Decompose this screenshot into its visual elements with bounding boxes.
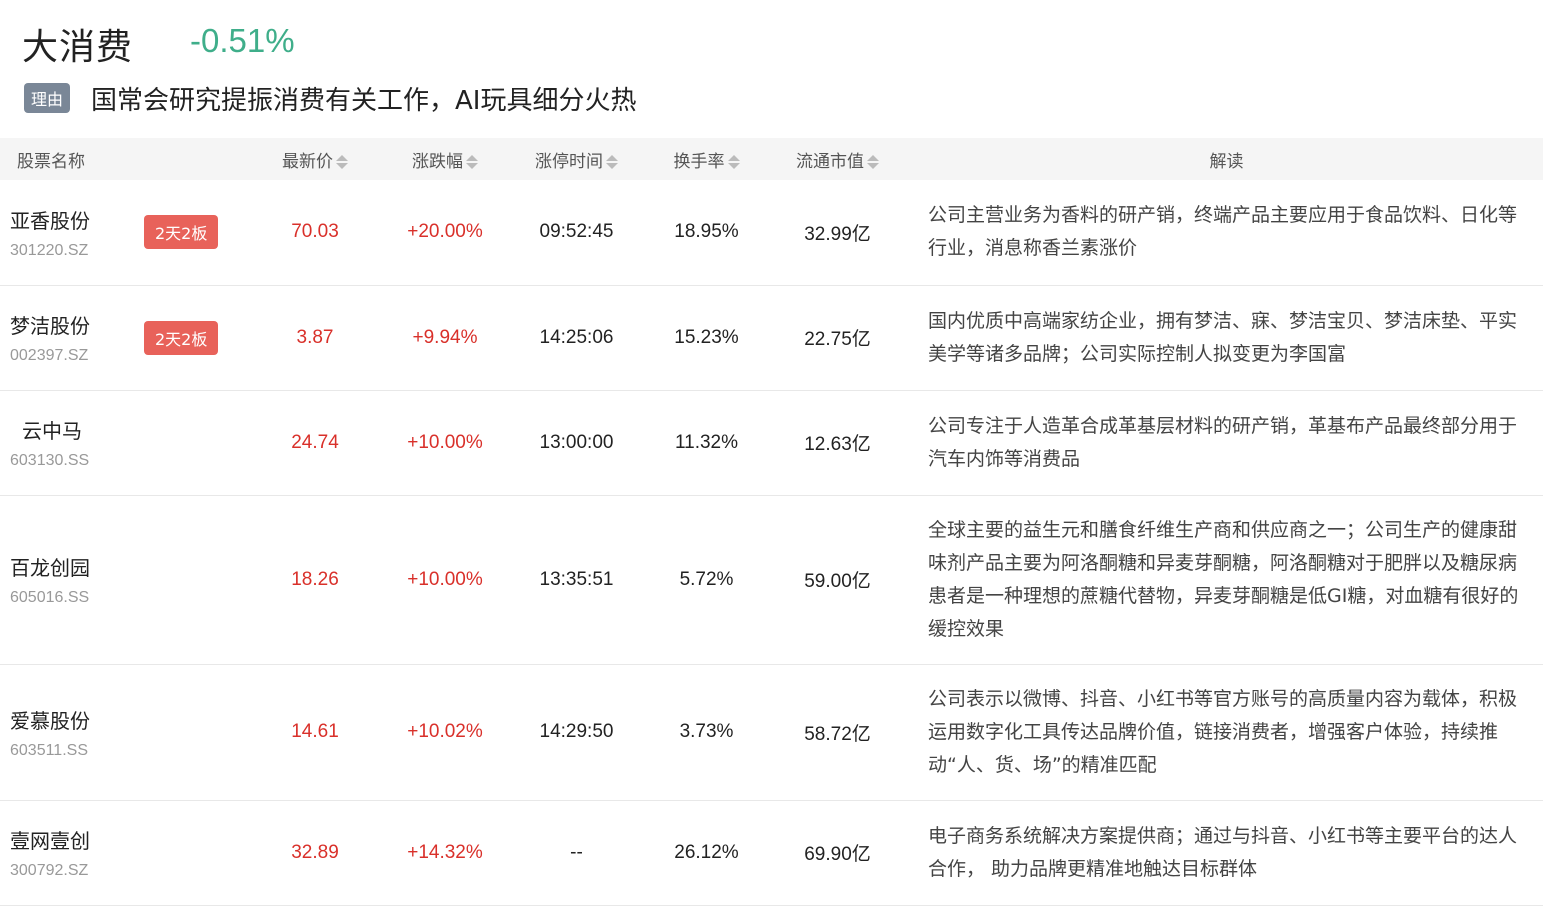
mcap-cell: 12.63亿 (804, 434, 871, 455)
stock-code: 603130.SS (10, 452, 90, 469)
desc-cell: 电子商务系统解决方案提供商；通过与抖音、小红书等主要平台的达人合作， 助力品牌更… (928, 824, 1518, 880)
mcap-cell: 32.99亿 (804, 223, 871, 245)
pct-cell: +10.00% (407, 568, 483, 590)
col-change-pct[interactable]: 涨跌幅 (385, 138, 505, 180)
reason-text: 国常会研究提振消费有关工作，AI玩具细分火热 (91, 86, 637, 116)
table-header: 股票名称 最新价 涨跌幅 涨停时间 换手率 流通市值 解读 (0, 138, 1543, 180)
col-turnover[interactable]: 换手率 (648, 138, 765, 180)
col-latest-price[interactable]: 最新价 (245, 138, 385, 180)
turnover-cell: 26.12% (674, 841, 739, 863)
price-cell: 24.74 (291, 431, 339, 453)
price-cell: 32.89 (291, 841, 339, 863)
table-row[interactable]: 亚香股份 301220.SZ 2天2板 70.03 +20.00% 09:52:… (0, 180, 1543, 285)
sort-icon[interactable] (867, 154, 879, 169)
stock-name[interactable]: 云中马 (10, 415, 245, 444)
stock-name-cell[interactable]: 亚香股份 301220.SZ 2天2板 (0, 180, 245, 285)
stock-name-cell[interactable]: 壹网壹创 300792.SZ (0, 800, 245, 905)
stock-name[interactable]: 百龙创园 (10, 552, 245, 581)
pct-cell: +14.32% (407, 841, 483, 863)
stock-name-cell[interactable]: 梦洁股份 002397.SZ 2天2板 (0, 285, 245, 390)
time-cell: 13:35:51 (539, 568, 614, 590)
limit-badge: 2天2板 (144, 215, 219, 250)
sort-icon[interactable] (606, 154, 618, 169)
pct-cell: +9.94% (412, 326, 478, 348)
price-cell: 14.61 (291, 721, 339, 742)
col-stock-name: 股票名称 (17, 151, 85, 172)
col-label: 涨跌幅 (412, 151, 463, 172)
pct-cell: +20.00% (407, 221, 483, 243)
time-cell: 14:25:06 (539, 326, 614, 348)
col-label: 最新价 (282, 151, 333, 172)
col-label: 涨停时间 (535, 151, 603, 172)
desc-cell: 公司表示以微博、抖音、小红书等官方账号的高质量内容为载体，积极运用数字化工具传达… (928, 687, 1518, 776)
time-cell: 13:00:00 (539, 431, 614, 453)
table-row[interactable]: 云中马 603130.SS 24.74 +10.00% 13:00:00 11.… (0, 390, 1543, 495)
price-cell: 3.87 (296, 326, 334, 348)
mcap-cell: 59.00亿 (804, 571, 871, 592)
stock-name-cell[interactable]: 百龙创园 605016.SS (0, 495, 245, 664)
table-row[interactable]: 梦洁股份 002397.SZ 2天2板 3.87 +9.94% 14:25:06… (0, 285, 1543, 390)
price-cell: 70.03 (291, 221, 339, 243)
stock-code: 300792.SZ (10, 862, 89, 879)
stock-code: 603511.SS (10, 741, 88, 759)
turnover-cell: 11.32% (674, 431, 739, 453)
limit-badge: 2天2板 (144, 320, 219, 355)
sort-icon[interactable] (466, 154, 478, 169)
table-row[interactable]: 壹网壹创 300792.SZ 32.89 +14.32% -- 26.12% 6… (0, 800, 1543, 905)
stock-name[interactable]: 壹网壹创 (10, 825, 245, 854)
col-label: 流通市值 (796, 151, 864, 172)
turnover-cell: 15.23% (674, 326, 739, 348)
sort-icon[interactable] (727, 154, 740, 169)
stock-name-cell[interactable]: 云中马 603130.SS (0, 390, 245, 495)
table-row[interactable]: 爱慕股份 603511.SS 14.61 +10.02% 14:29:50 3.… (0, 664, 1543, 800)
reason-tag: 理由 (24, 83, 71, 113)
pct-cell: +10.00% (407, 431, 483, 453)
mcap-cell: 58.72亿 (804, 723, 871, 745)
stock-name[interactable]: 爱慕股份 (10, 705, 245, 734)
mcap-cell: 22.75亿 (804, 329, 871, 350)
col-limit-time[interactable]: 涨停时间 (505, 138, 648, 180)
stock-name-cell[interactable]: 爱慕股份 603511.SS (0, 664, 245, 800)
mcap-cell: 69.90亿 (804, 844, 871, 865)
sector-title: 大消费 (22, 27, 134, 68)
desc-cell: 公司专注于人造革合成革基层材料的研产销，革基布产品最终部分用于汽车内饰等消费品 (928, 414, 1518, 470)
turnover-cell: 18.95% (674, 221, 739, 243)
time-cell: 09:52:45 (539, 221, 614, 243)
time-cell: 14:29:50 (539, 721, 614, 742)
desc-cell: 国内优质中高端家纺企业，拥有梦洁、寐、梦洁宝贝、梦洁床垫、平实美学等诸多品牌；公… (928, 309, 1518, 365)
desc-cell: 公司主营业务为香料的研产销，终端产品主要应用于食品饮料、日化等行业，消息称香兰素… (928, 204, 1518, 260)
sort-icon[interactable] (336, 154, 348, 169)
desc-cell: 全球主要的益生元和膳食纤维生产商和供应商之一；公司生产的健康甜味剂产品主要为阿洛… (928, 518, 1519, 640)
price-cell: 18.26 (291, 568, 339, 590)
col-label: 换手率 (673, 151, 725, 172)
turnover-cell: 5.72% (679, 568, 734, 590)
pct-cell: +10.02% (407, 721, 483, 742)
sector-header: 大消费 -0.51% 理由 国常会研究提振消费有关工作，AI玩具细分火热 (0, 0, 1543, 138)
time-cell: -- (570, 841, 583, 863)
col-interpretation: 解读 (1209, 151, 1244, 172)
turnover-cell: 3.73% (679, 721, 734, 742)
sector-change: -0.51% (190, 22, 295, 59)
col-market-cap[interactable]: 流通市值 (765, 138, 910, 180)
table-row[interactable]: 百龙创园 605016.SS 18.26 +10.00% 13:35:51 5.… (0, 495, 1543, 664)
stock-table: 股票名称 最新价 涨跌幅 涨停时间 换手率 流通市值 解读 亚香股份 30122… (0, 138, 1543, 906)
stock-code: 605016.SS (10, 589, 90, 606)
